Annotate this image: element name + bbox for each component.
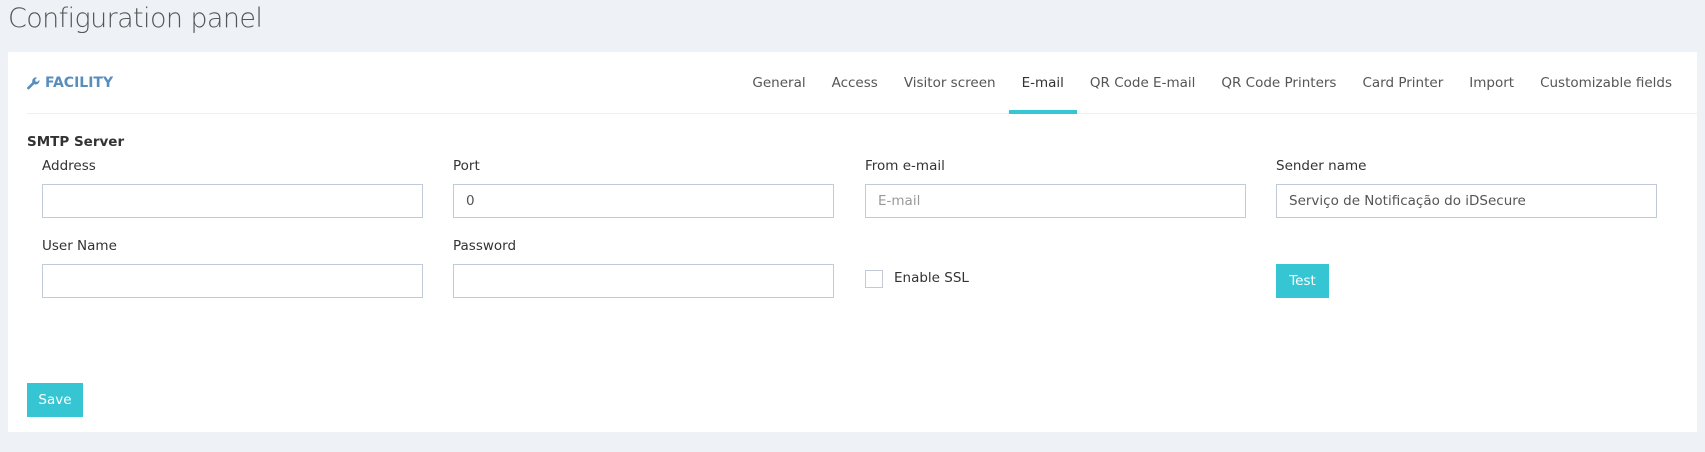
port-label: Port [453, 158, 480, 174]
tab-qr-code-email[interactable]: QR Code E-mail [1077, 52, 1208, 114]
save-button[interactable]: Save [27, 383, 83, 417]
sender-name-input[interactable] [1276, 184, 1657, 218]
page-title: Configuration panel [8, 3, 263, 34]
configuration-panel: FACILITY General Access Visitor screen E… [8, 52, 1697, 432]
from-email-label: From e-mail [865, 158, 945, 174]
address-label: Address [42, 158, 96, 174]
port-input[interactable] [453, 184, 834, 218]
from-email-input[interactable] [865, 184, 1246, 218]
password-input[interactable] [453, 264, 834, 298]
tab-email[interactable]: E-mail [1008, 52, 1077, 114]
tab-access[interactable]: Access [819, 52, 891, 114]
enable-ssl-checkbox[interactable] [865, 270, 883, 288]
wrench-icon [27, 76, 40, 90]
address-input[interactable] [42, 184, 423, 218]
user-name-label: User Name [42, 238, 117, 254]
test-button[interactable]: Test [1276, 264, 1329, 298]
tab-qr-code-printers[interactable]: QR Code Printers [1208, 52, 1349, 114]
user-name-input[interactable] [42, 264, 423, 298]
tab-visitor-screen[interactable]: Visitor screen [891, 52, 1009, 114]
sender-name-label: Sender name [1276, 158, 1367, 174]
password-label: Password [453, 238, 517, 254]
section-title-smtp: SMTP Server [27, 134, 125, 150]
settings-tabs: General Access Visitor screen E-mail QR … [739, 52, 1685, 114]
tab-card-printer[interactable]: Card Printer [1349, 52, 1456, 114]
panel-header: FACILITY General Access Visitor screen E… [27, 52, 1697, 114]
tab-general[interactable]: General [739, 52, 818, 114]
panel-caption: FACILITY [27, 75, 113, 91]
panel-caption-text: FACILITY [45, 75, 114, 91]
tab-import[interactable]: Import [1456, 52, 1527, 114]
tab-customizable-fields[interactable]: Customizable fields [1527, 52, 1685, 114]
enable-ssl-label: Enable SSL [894, 270, 969, 286]
